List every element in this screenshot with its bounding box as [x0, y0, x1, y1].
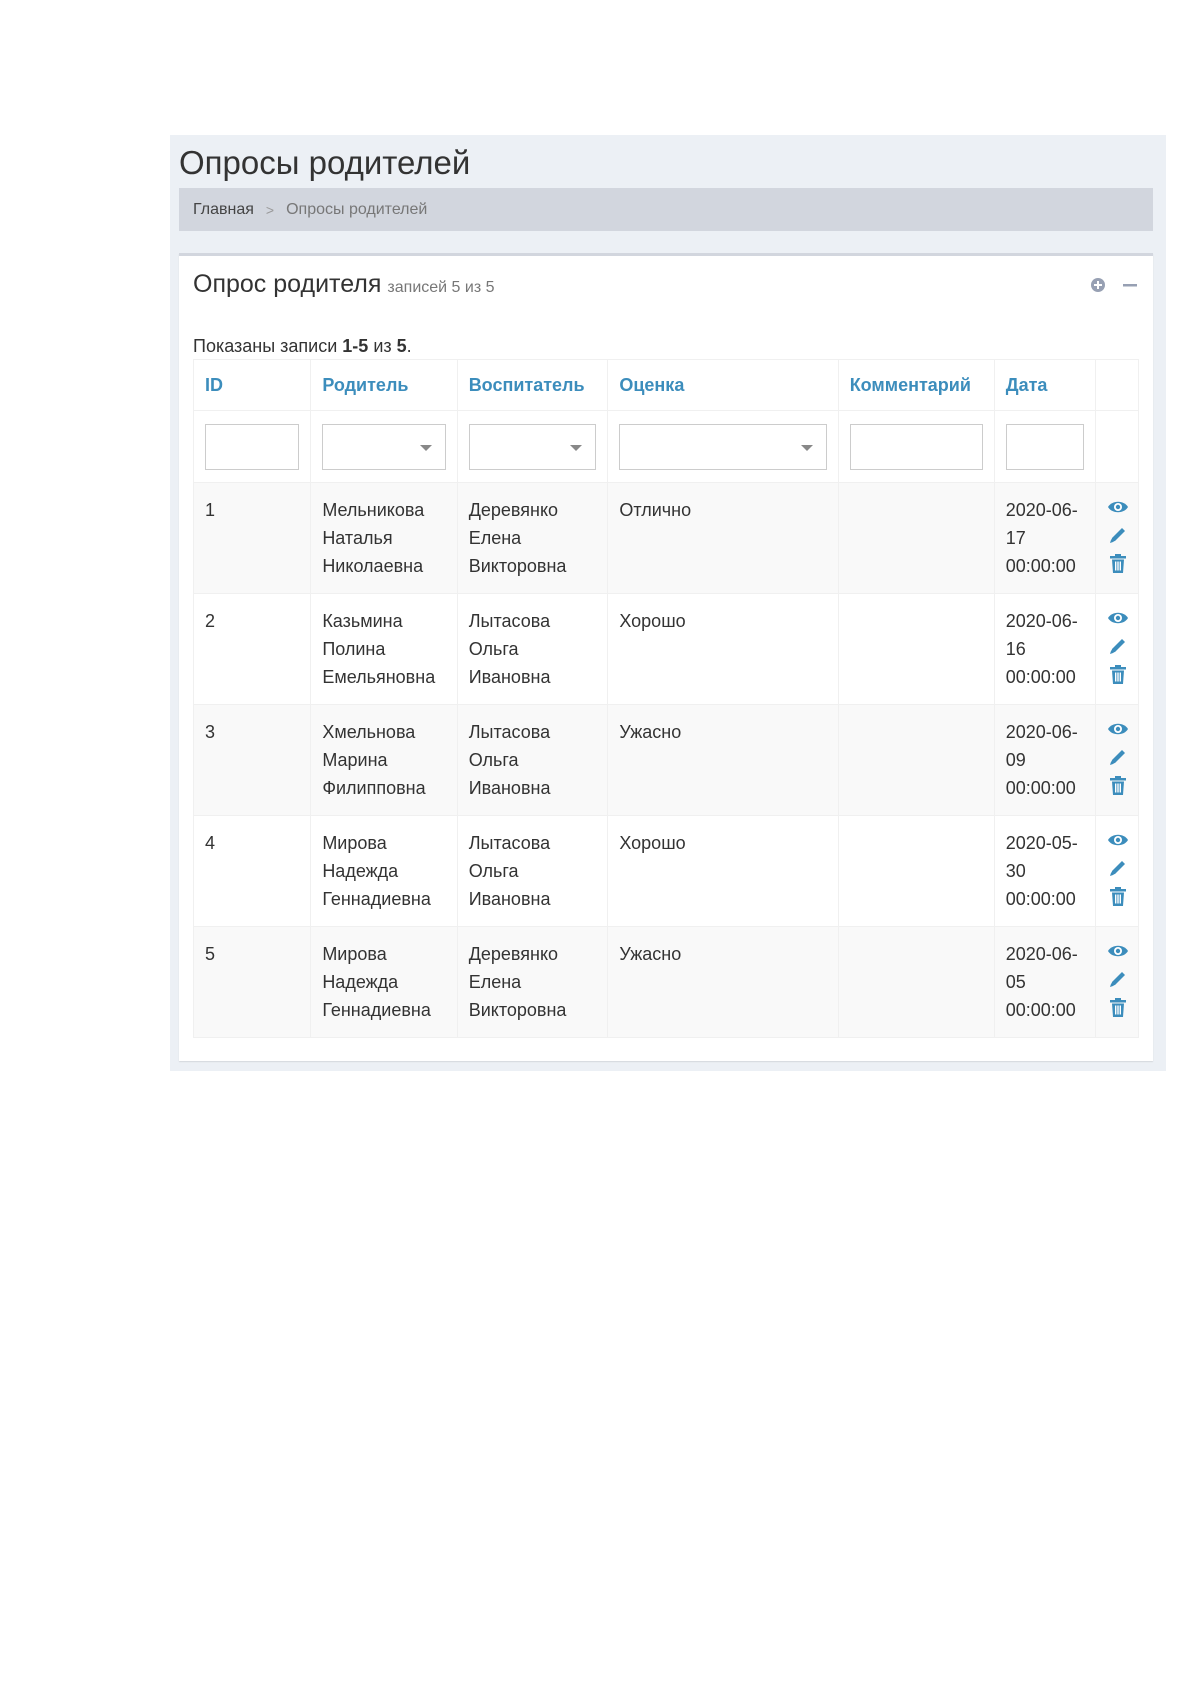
cell-id: 3	[192, 704, 312, 816]
id-filter-input[interactable]	[205, 423, 300, 470]
row-actions	[1094, 593, 1140, 705]
summary-text: Показаны записи 1-5 из 5.	[193, 336, 412, 356]
survey-box: Опрос родителя записей 5 из 5 Показаны за…	[179, 253, 1153, 1061]
eye-icon[interactable]	[1107, 718, 1129, 740]
minus-icon[interactable]	[1121, 276, 1139, 294]
plus-circle-icon[interactable]	[1089, 276, 1107, 294]
cell-rating: Хорошо	[607, 593, 839, 705]
column-header-rating[interactable]: Оценка	[607, 359, 839, 411]
survey-table: ID Родитель Воспитатель Оценка Комментар…	[192, 359, 1140, 1038]
box-title-text: Опрос родителя	[193, 270, 382, 298]
breadcrumb: Главная > Опросы родителей	[179, 188, 1153, 231]
cell-rating: Хорошо	[607, 815, 839, 927]
cell-rating: Отлично	[607, 482, 839, 594]
trash-icon[interactable]	[1107, 552, 1129, 574]
table-row: 3 Хмельнова Марина Филипповна Лытасова О…	[192, 704, 1140, 816]
summary-range: 1-5	[342, 336, 369, 356]
column-header-id[interactable]: ID	[192, 359, 312, 411]
table-row: 5 Мирова Надежда Геннадиевна Деревянко Е…	[192, 926, 1140, 1038]
cell-parent: Мирова Надежда Геннадиевна	[310, 815, 458, 927]
cell-comment	[837, 926, 995, 1038]
cell-parent: Мельникова Наталья Николаевна	[310, 482, 458, 594]
cell-comment	[837, 704, 995, 816]
eye-icon[interactable]	[1107, 496, 1129, 518]
cell-date: 2020-06-09 00:00:00	[993, 704, 1096, 816]
cell-id: 4	[192, 815, 312, 927]
summary-total: 5	[396, 336, 407, 356]
cell-comment	[837, 815, 995, 927]
cell-rating: Ужасно	[607, 704, 839, 816]
cell-teacher: Деревянко Елена Викторовна	[456, 482, 609, 594]
cell-parent: Казьмина Полина Емельяновна	[310, 593, 458, 705]
cell-parent: Мирова Надежда Геннадиевна	[310, 926, 458, 1038]
trash-icon[interactable]	[1107, 774, 1129, 796]
actions-filter-empty	[1094, 410, 1140, 483]
row-actions	[1094, 482, 1140, 594]
pencil-icon[interactable]	[1107, 857, 1129, 879]
trash-icon[interactable]	[1107, 996, 1129, 1018]
chevron-down-icon	[419, 444, 432, 451]
eye-icon[interactable]	[1107, 607, 1129, 629]
page-title: Опросы родителей	[179, 144, 471, 181]
cell-id: 5	[192, 926, 312, 1038]
row-actions	[1094, 704, 1140, 816]
cell-comment	[837, 593, 995, 705]
cell-comment	[837, 482, 995, 594]
column-header-actions	[1094, 359, 1140, 411]
table-row: 4 Мирова Надежда Геннадиевна Лытасова Ол…	[192, 815, 1140, 927]
column-header-teacher[interactable]: Воспитатель	[456, 359, 609, 411]
box-title: Опрос родителя записей 5 из 5	[193, 270, 495, 299]
cell-id: 2	[192, 593, 312, 705]
pencil-icon[interactable]	[1107, 635, 1129, 657]
table-row: 1 Мельникова Наталья Николаевна Деревянк…	[192, 482, 1140, 594]
eye-icon[interactable]	[1107, 829, 1129, 851]
cell-parent: Хмельнова Марина Филипповна	[310, 704, 458, 816]
parent-filter-select[interactable]	[322, 423, 446, 470]
cell-date: 2020-06-16 00:00:00	[993, 593, 1096, 705]
cell-date: 2020-06-17 00:00:00	[993, 482, 1096, 594]
breadcrumb-separator: >	[265, 201, 275, 218]
pencil-icon[interactable]	[1107, 968, 1129, 990]
cell-teacher: Лытасова Ольга Ивановна	[456, 815, 609, 927]
chevron-down-icon	[800, 444, 813, 451]
table-row: 2 Казьмина Полина Емельяновна Лытасова О…	[192, 593, 1140, 705]
breadcrumb-current: Опросы родителей	[286, 200, 428, 218]
record-count: записей 5 из 5	[387, 279, 495, 296]
trash-icon[interactable]	[1107, 885, 1129, 907]
cell-teacher: Лытасова Ольга Ивановна	[456, 593, 609, 705]
column-header-date[interactable]: Дата	[993, 359, 1096, 411]
cell-date: 2020-05-30 00:00:00	[993, 815, 1096, 927]
chevron-down-icon	[570, 444, 583, 451]
pencil-icon[interactable]	[1107, 524, 1129, 546]
row-actions	[1094, 815, 1140, 927]
table-body: 1 Мельникова Наталья Николаевна Деревянк…	[192, 482, 1140, 1038]
date-filter-input[interactable]	[1005, 423, 1084, 470]
column-header-parent[interactable]: Родитель	[310, 359, 458, 411]
teacher-filter-select[interactable]	[468, 423, 597, 470]
cell-teacher: Деревянко Елена Викторовна	[456, 926, 609, 1038]
eye-icon[interactable]	[1107, 940, 1129, 962]
rating-filter-select[interactable]	[619, 423, 827, 470]
cell-id: 1	[192, 482, 312, 594]
pencil-icon[interactable]	[1107, 746, 1129, 768]
content-wrapper: Опросы родителей Главная > Опросы родите…	[170, 135, 1166, 1071]
cell-date: 2020-06-05 00:00:00	[993, 926, 1096, 1038]
comment-filter-input[interactable]	[849, 423, 983, 470]
cell-rating: Ужасно	[607, 926, 839, 1038]
trash-icon[interactable]	[1107, 663, 1129, 685]
box-tools	[1089, 276, 1139, 294]
column-header-comment[interactable]: Комментарий	[837, 359, 995, 411]
row-actions	[1094, 926, 1140, 1038]
breadcrumb-home-link[interactable]: Главная	[193, 201, 254, 219]
cell-teacher: Лытасова Ольга Ивановна	[456, 704, 609, 816]
